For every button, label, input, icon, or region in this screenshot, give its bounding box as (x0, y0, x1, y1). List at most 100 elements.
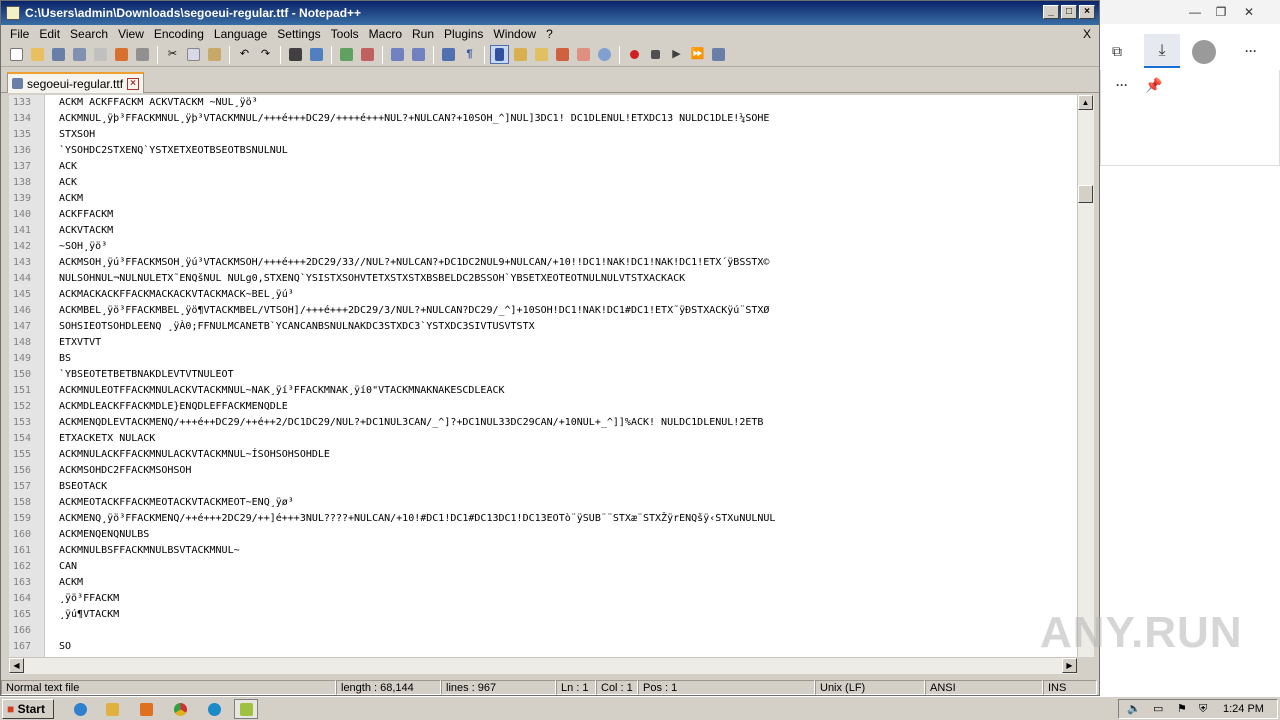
explorer-icon[interactable] (100, 699, 124, 719)
editor-line[interactable]: 160 ACKMENQENQNULBS (9, 527, 1077, 543)
media-player-icon[interactable] (134, 699, 158, 719)
editor-line[interactable]: 137 ACK (9, 159, 1077, 175)
editor-line[interactable]: 142 ~SOH¸ÿö³ (9, 239, 1077, 255)
replace-icon[interactable] (307, 45, 326, 64)
ie-icon[interactable] (68, 699, 92, 719)
network-icon[interactable]: ▭ (1153, 700, 1163, 718)
flag-icon[interactable]: ⚑ (1177, 700, 1187, 718)
show-all-chars-icon[interactable]: ¶ (460, 45, 479, 64)
view-icon[interactable] (595, 45, 614, 64)
menu-view[interactable]: View (113, 25, 149, 43)
editor-line[interactable]: 134 ACKMNUL¸ÿþ³FFACKMNUL¸ÿþ³VTACKMNUL/+++… (9, 111, 1077, 127)
close-button[interactable]: × (1079, 5, 1095, 19)
menu-help[interactable]: ? (541, 25, 558, 43)
menu-language[interactable]: Language (209, 25, 272, 43)
editor-line[interactable]: 141 ACKVTACKM (9, 223, 1077, 239)
editor-line[interactable]: 151 ACKMNULEOTFFACKMNULACKVTACKMNUL~NAK¸ÿ… (9, 383, 1077, 399)
undo-icon[interactable]: ↶ (235, 45, 254, 64)
add-collection-icon[interactable]: ⧉ (1102, 42, 1132, 60)
sync-v-icon[interactable] (388, 45, 407, 64)
new-file-icon[interactable] (7, 45, 26, 64)
menu-file[interactable]: File (5, 25, 34, 43)
zoom-in-icon[interactable] (337, 45, 356, 64)
scroll-up-button[interactable]: ▲ (1078, 95, 1093, 110)
editor-line[interactable]: 161 ACKMNULBSFFACKMNULBSVTACKMNUL~ (9, 543, 1077, 559)
menu-edit[interactable]: Edit (34, 25, 65, 43)
menu-run[interactable]: Run (407, 25, 439, 43)
zoom-out-icon[interactable] (358, 45, 377, 64)
editor-line[interactable]: 162 CAN (9, 559, 1077, 575)
open-file-icon[interactable] (28, 45, 47, 64)
status-eol[interactable]: Unix (LF) (815, 680, 925, 695)
more-icon[interactable]: ··· (1107, 76, 1137, 94)
shield-icon[interactable]: ⛨ (1199, 700, 1207, 718)
save-macro-icon[interactable] (709, 45, 728, 64)
maximize-button[interactable]: □ (1061, 5, 1077, 19)
tab-segoeui-regular[interactable]: segoeui-regular.ttf × (7, 72, 145, 93)
record-macro-icon[interactable] (625, 45, 644, 64)
menu-plugins[interactable]: Plugins (439, 25, 488, 43)
save-all-icon[interactable] (70, 45, 89, 64)
editor-line[interactable]: 146 ACKMBEL¸ÿö³FFACKMBEL¸ÿö¶VTACKMBEL/VTS… (9, 303, 1077, 319)
editor-line[interactable]: 154 ETXACKETX NULACK (9, 431, 1077, 447)
close-all-icon[interactable] (112, 45, 131, 64)
editor-line[interactable]: 166 (9, 623, 1077, 639)
editor-line[interactable]: 143 ACKMSOH¸ÿú³FFACKMSOH¸ÿú³VTACKMSOH/+++… (9, 255, 1077, 271)
editor-line[interactable]: 147 SOHSIEOTSOHDLEENQ ¸ÿÀ0;FFNULMCANETB`Y… (9, 319, 1077, 335)
editor-line[interactable]: 158 ACKMEOTACKFFACKMEOTACKVTACKMEOT~ENQ¸ÿ… (9, 495, 1077, 511)
menu-settings[interactable]: Settings (272, 25, 325, 43)
scroll-thumb[interactable] (1078, 185, 1093, 203)
editor-line[interactable]: 167 SO (9, 639, 1077, 655)
volume-icon[interactable]: 🔈 (1127, 700, 1141, 718)
close-icon[interactable] (91, 45, 110, 64)
minimize-button[interactable]: _ (1043, 5, 1059, 19)
print-icon[interactable] (133, 45, 152, 64)
stop-record-icon[interactable] (646, 45, 665, 64)
cut-icon[interactable]: ✂ (163, 45, 182, 64)
editor-line[interactable]: 156 ACKMSOHDC2FFACKMSOHSOH (9, 463, 1077, 479)
close-document-button[interactable]: X (1083, 25, 1091, 43)
editor-line[interactable]: 148 ETXVTVT (9, 335, 1077, 351)
editor-line[interactable]: 140 ACKFFACKM (9, 207, 1077, 223)
status-encoding[interactable]: ANSI (925, 680, 1043, 695)
chrome-icon[interactable] (168, 699, 192, 719)
editor-line[interactable]: 150 `YBSEOTETBETBNAKDLEVTVTNULEOT (9, 367, 1077, 383)
notepadpp-icon[interactable] (234, 699, 258, 719)
vertical-scrollbar[interactable]: ▲ (1077, 95, 1094, 657)
editor-line[interactable]: 136 `YSOHDC2STXENQ`YSTXETXEOTBSEOTBSNULNU… (9, 143, 1077, 159)
horizontal-scrollbar[interactable]: ◀ ▶ (9, 657, 1077, 674)
editor-line[interactable]: 163 ACKM (9, 575, 1077, 591)
editor-line[interactable]: 159 ACKMENQ¸ÿö³FFACKMENQ/++é+++2DC29/++]é… (9, 511, 1077, 527)
editor-line[interactable]: 152 ACKMDLEACKFFACKMDLE}ENQDLEFFACKMENQDL… (9, 399, 1077, 415)
save-icon[interactable] (49, 45, 68, 64)
editor-line[interactable]: 153 ACKMENQDLEVTACKMENQ/+++é++DC29/++é++2… (9, 415, 1077, 431)
pin-icon[interactable]: 📌 (1139, 76, 1169, 94)
menu-macro[interactable]: Macro (364, 25, 407, 43)
editor-line[interactable]: 135 STXSOH (9, 127, 1077, 143)
editor-line[interactable]: 164 ¸ÿö³FFACKM (9, 591, 1077, 607)
play-macro-icon[interactable]: ▶ (667, 45, 686, 64)
menu-encoding[interactable]: Encoding (149, 25, 209, 43)
run-macro-multiple-icon[interactable]: ⏩ (688, 45, 707, 64)
title-bar[interactable]: C:\Users\admin\Downloads\segoeui-regular… (1, 1, 1099, 25)
tab-close-button[interactable]: × (127, 77, 140, 90)
start-button[interactable]: ■ Start (2, 699, 54, 719)
editor-line[interactable]: 144 NULSOHNUL¬NULNULETX˜ENQšNUL NULg0,STX… (9, 271, 1077, 287)
more-icon[interactable]: ··· (1236, 42, 1266, 60)
editor-line[interactable]: 145 ACKMACKACKFFACKMACKACKVTACKMACK~BEL¸ÿ… (9, 287, 1077, 303)
editor-line[interactable]: 138 ACK (9, 175, 1077, 191)
paste-icon[interactable] (205, 45, 224, 64)
sync-h-icon[interactable] (409, 45, 428, 64)
editor-line[interactable]: 155 ACKMNULACKFFACKMNULACKVTACKMNUL~ÍSOHS… (9, 447, 1077, 463)
menu-tools[interactable]: Tools (326, 25, 364, 43)
redo-icon[interactable]: ↷ (256, 45, 275, 64)
folder-workspace-icon[interactable] (553, 45, 572, 64)
function-list-icon[interactable] (532, 45, 551, 64)
copy-icon[interactable] (184, 45, 203, 64)
restore-icon[interactable]: ❐ (1206, 3, 1236, 21)
close-icon[interactable]: ✕ (1234, 3, 1264, 21)
download-icon[interactable]: ⤓ (1144, 34, 1180, 68)
edge-icon[interactable] (202, 699, 226, 719)
profile-icon[interactable] (1192, 40, 1216, 64)
scroll-left-button[interactable]: ◀ (9, 658, 24, 673)
